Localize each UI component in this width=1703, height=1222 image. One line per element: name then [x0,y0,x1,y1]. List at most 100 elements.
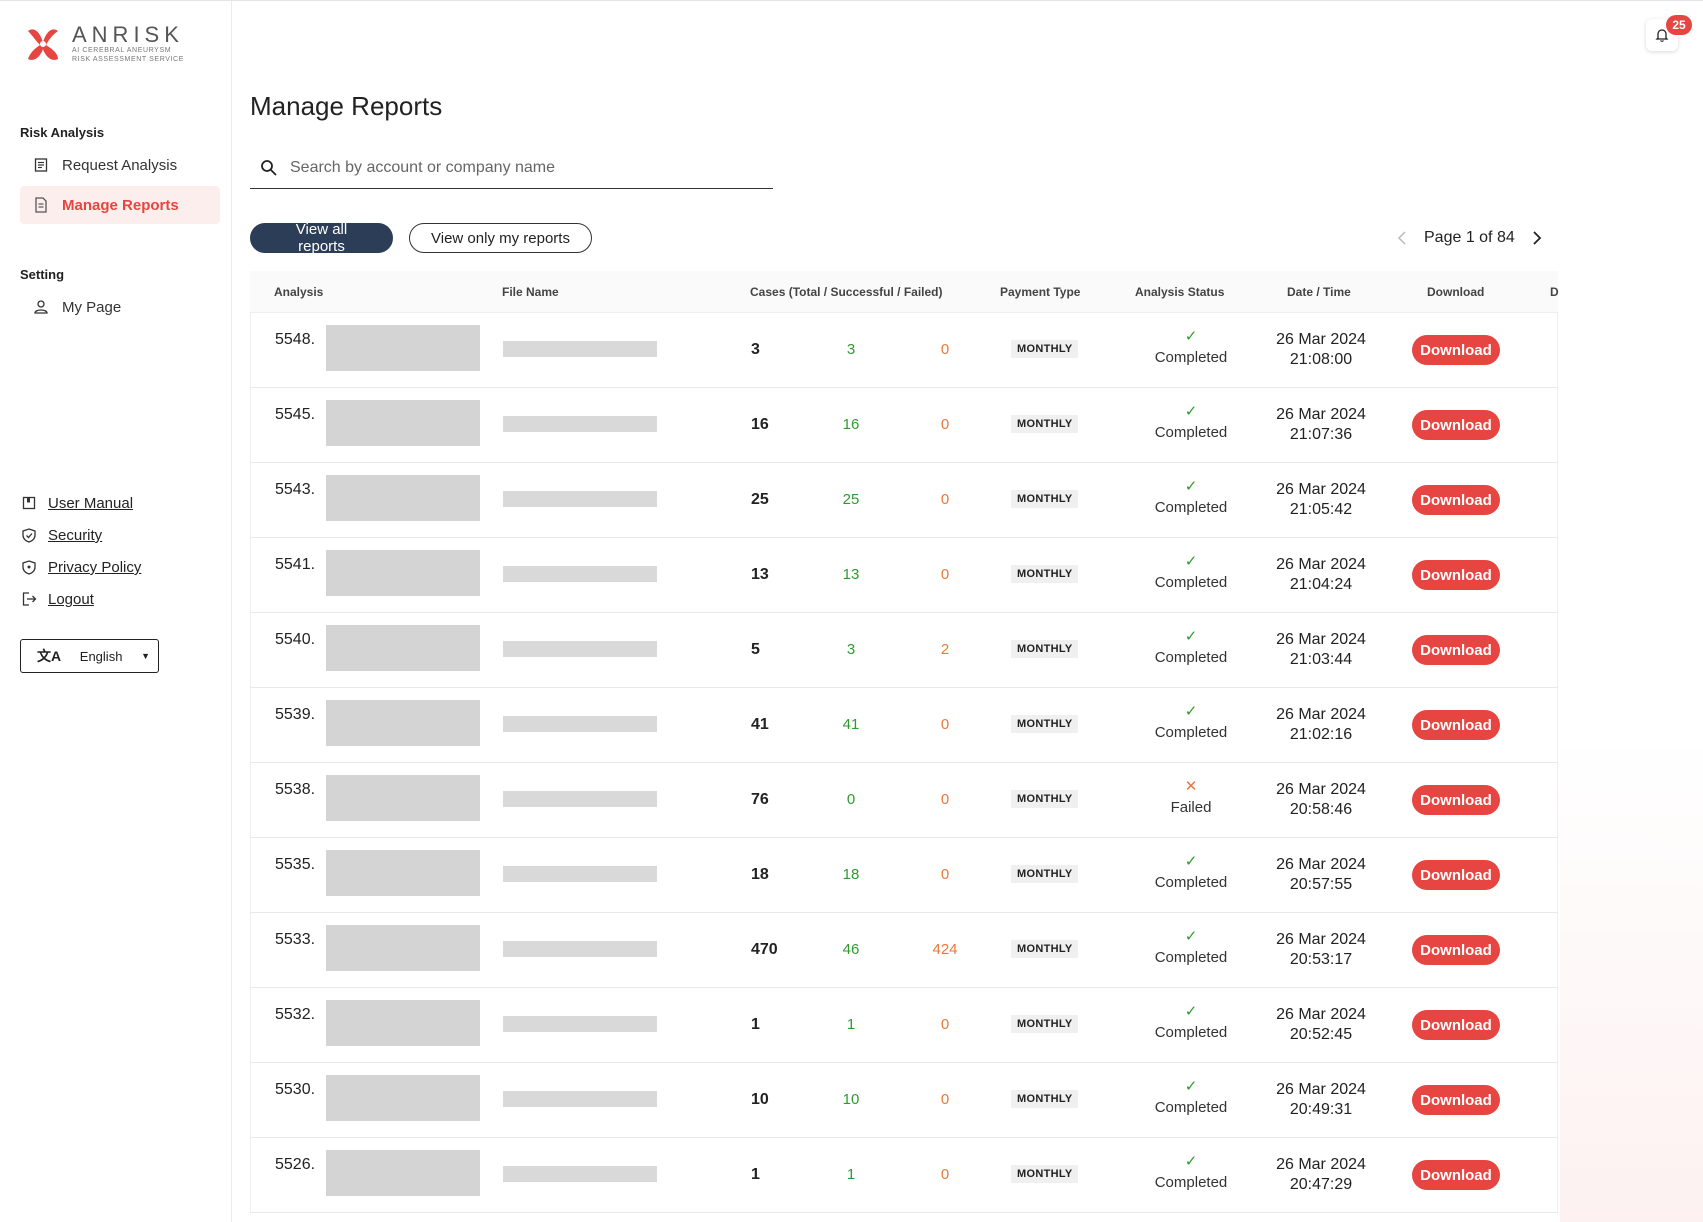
cases-successful: 46 [842,941,860,958]
status-label: Completed [1154,1099,1228,1116]
link-security[interactable]: Security [22,527,102,544]
table-row: 5530. 10 10 0 MONTHLY ✓ Completed 26 Mar… [250,1063,1558,1138]
brand-name: ANRISK [72,22,184,47]
time-label: 21:04:24 [1289,576,1353,593]
check-icon: ✓ [1184,1153,1198,1170]
status-label: Completed [1154,949,1228,966]
table-row: 5526. 1 1 0 MONTHLY ✓ Completed 26 Mar 2… [250,1138,1558,1213]
sidebar-item-request-analysis[interactable]: Request Analysis [20,146,220,184]
analysis-status: ✓ Completed [1131,1077,1251,1116]
date-label: 26 Mar 2024 [1276,481,1366,498]
analysis-thumbnail [326,850,480,896]
cases-total: 470 [751,941,778,958]
cases-failed: 0 [940,791,950,808]
check-icon: ✓ [1184,928,1198,945]
payment-type-badge: MONTHLY [1011,1015,1079,1033]
sidebar-item-manage-reports[interactable]: Manage Reports [20,186,220,224]
cases-total: 3 [751,341,760,358]
cases-total: 41 [751,716,769,733]
download-button[interactable]: Download [1412,935,1500,965]
time-label: 20:53:17 [1289,951,1353,968]
cases-total: 13 [751,566,769,583]
cases-failed: 0 [940,1166,950,1183]
table-row: 5532. 1 1 0 MONTHLY ✓ Completed 26 Mar 2… [250,988,1558,1063]
search-input[interactable] [290,158,773,177]
brand-subtitle-2: RISK ASSESSMENT SERVICE [72,56,184,63]
prev-page-button[interactable] [1390,226,1414,250]
link-logout[interactable]: Logout [22,591,94,608]
download-button[interactable]: Download [1412,1160,1500,1190]
analysis-thumbnail [326,775,480,821]
time-label: 20:47:29 [1289,1176,1353,1193]
logo: ANRISK AI CEREBRAL ANEURYSM RISK ASSESSM… [22,23,184,65]
date-time: 26 Mar 2024 20:52:45 [1261,1005,1381,1045]
check-icon: ✓ [1184,553,1198,570]
time-label: 21:07:36 [1289,426,1353,443]
analysis-status: ✕ Failed [1131,777,1251,816]
col-cases: Cases (Total / Successful / Failed) [750,284,943,299]
table-row: 5535. 18 18 0 MONTHLY ✓ Completed 26 Mar… [250,838,1558,913]
pagination: Page 1 of 84 [1390,226,1549,250]
payment-type-badge: MONTHLY [1011,490,1079,508]
payment-type-badge: MONTHLY [1011,565,1079,583]
cases-total: 5 [751,641,760,658]
file-name-redacted [503,1016,657,1032]
sidebar-item-my-page[interactable]: My Page [20,288,220,326]
payment-type-badge: MONTHLY [1011,415,1079,433]
col-date-time: Date / Time [1287,284,1351,299]
download-button[interactable]: Download [1412,1010,1500,1040]
download-button[interactable]: Download [1412,635,1500,665]
download-button[interactable]: Download [1412,560,1500,590]
section-title-risk-analysis: Risk Analysis [20,125,105,140]
link-user-manual[interactable]: User Manual [22,495,133,512]
table-header: Analysis File Name Cases (Total / Succes… [250,271,1559,313]
time-label: 21:02:16 [1289,726,1353,743]
status-label: Completed [1154,1174,1228,1191]
analysis-thumbnail [326,550,480,596]
sidebar: ANRISK AI CEREBRAL ANEURYSM RISK ASSESSM… [0,1,232,1222]
payment-type-badge: MONTHLY [1011,640,1079,658]
download-button[interactable]: Download [1412,785,1500,815]
analysis-thumbnail [326,1150,480,1196]
cases-total: 1 [751,1016,760,1033]
status-label: Completed [1154,1024,1228,1041]
link-label: User Manual [48,495,134,512]
view-my-reports-button[interactable]: View only my reports [409,223,592,253]
cross-icon: ✕ [1184,778,1198,795]
language-select[interactable]: 文A English ▼ [20,639,159,673]
view-all-reports-button[interactable]: View all reports [250,221,393,255]
download-button[interactable]: Download [1412,335,1500,365]
link-privacy-policy[interactable]: Privacy Policy [22,559,141,576]
cases-successful: 0 [846,791,856,808]
analysis-id: 5532. [275,1006,316,1023]
col-download: Download [1427,284,1485,299]
download-button[interactable]: Download [1412,485,1500,515]
download-button[interactable]: Download [1412,860,1500,890]
payment-type-badge: MONTHLY [1011,865,1079,883]
cases-total: 25 [751,491,769,508]
shield-icon [22,559,38,576]
date-label: 26 Mar 2024 [1276,406,1366,423]
download-button[interactable]: Download [1412,1085,1500,1115]
check-icon: ✓ [1184,703,1198,720]
download-button[interactable]: Download [1412,410,1500,440]
section-title-setting: Setting [20,267,65,282]
cases-successful: 25 [842,491,860,508]
shield-check-icon [22,527,38,544]
payment-type-badge: MONTHLY [1011,1090,1079,1108]
caret-down-icon: ▼ [141,651,150,661]
page-title: Manage Reports [250,91,443,121]
date-label: 26 Mar 2024 [1276,931,1366,948]
status-label: Completed [1154,424,1228,441]
file-name-redacted [503,941,657,957]
cases-total: 16 [751,416,769,433]
cases-total: 10 [751,1091,769,1108]
analysis-status: ✓ Completed [1131,627,1251,666]
analysis-id: 5545. [275,406,316,423]
link-label: Security [48,527,103,544]
date-time: 26 Mar 2024 21:07:36 [1261,405,1381,445]
next-page-button[interactable] [1525,226,1549,250]
download-button[interactable]: Download [1412,710,1500,740]
notification-badge: 25 [1666,15,1692,35]
check-icon: ✓ [1184,478,1198,495]
